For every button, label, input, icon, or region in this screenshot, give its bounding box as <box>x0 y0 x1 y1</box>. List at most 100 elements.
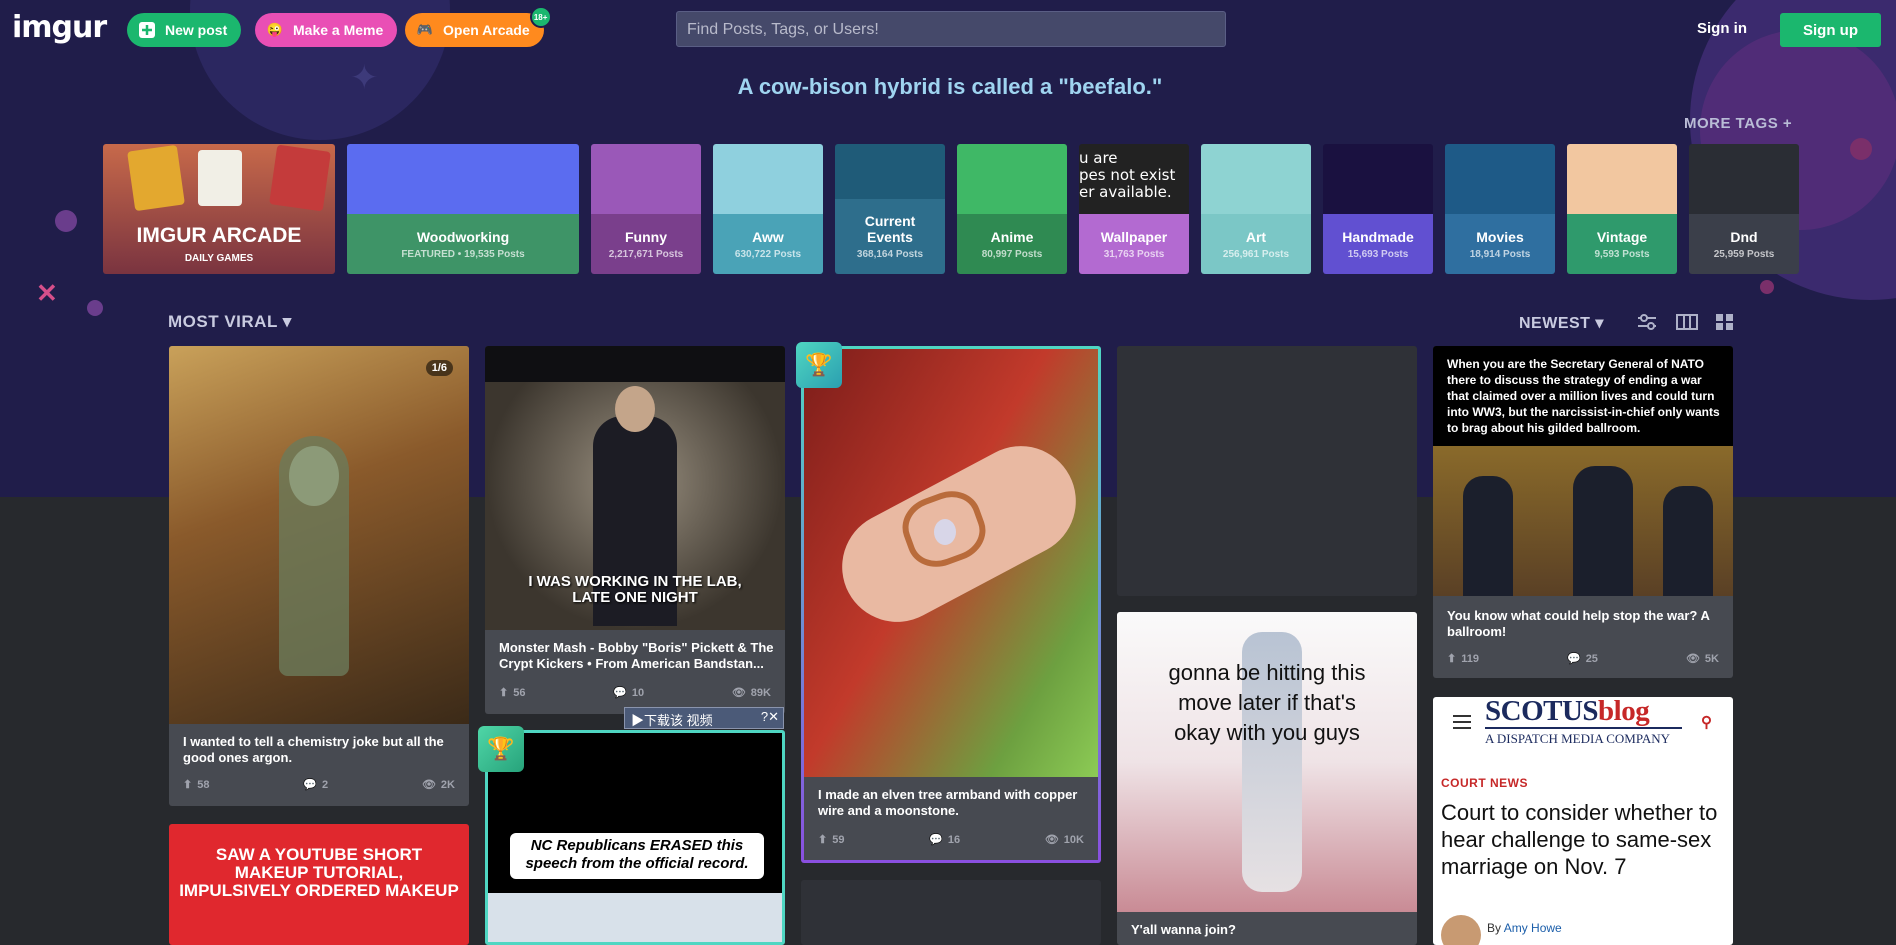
post-card[interactable]: SCOTUSblog A DISPATCH MEDIA COMPANY ⚲ CO… <box>1433 697 1733 945</box>
tag-count: FEATURED • 19,535 Posts <box>401 248 525 260</box>
tag-woodworking[interactable]: Woodworking FEATURED • 19,535 Posts <box>347 144 579 274</box>
upvote-icon[interactable]: ⬆ <box>183 778 192 791</box>
gamepad-icon: 🎮 <box>416 22 434 37</box>
post-card[interactable]: SAW A YOUTUBE SHORT MAKEUP TUTORIAL, IMP… <box>169 824 469 945</box>
more-tags-link[interactable]: MORE TAGS + <box>1684 115 1792 132</box>
tag-name: Art <box>1245 228 1267 245</box>
post-stats: ⬆ 59 💬 16 👁 10K <box>818 833 1084 847</box>
post-card[interactable]: I WAS WORKING IN THE LAB, LATE ONE NIGHT… <box>485 346 785 714</box>
arcade-card-art <box>198 150 242 206</box>
tag-image <box>1567 144 1677 214</box>
tag-dnd[interactable]: Dnd 25,959 Posts <box>1689 144 1799 274</box>
tag-count: 2,217,671 Posts <box>608 248 684 260</box>
tag-movies[interactable]: Movies 18,914 Posts <box>1445 144 1555 274</box>
tag-handmade[interactable]: Handmade 15,693 Posts <box>1323 144 1433 274</box>
post-stats: ⬆ 58 💬 2 👁 2K <box>183 778 455 792</box>
post-stats: ⬆ 119 💬 25 👁 5K <box>1447 652 1719 666</box>
post-image <box>804 349 1098 777</box>
article-byline: By Amy Howe <box>1487 921 1562 935</box>
tag-count: 18,914 Posts <box>1469 248 1531 260</box>
comment-count: 10 <box>631 686 645 699</box>
comment-count: 2 <box>322 778 329 791</box>
tag-count: 15,693 Posts <box>1347 248 1409 260</box>
upvote-count: 119 <box>1461 652 1479 665</box>
tag-name: Funny <box>625 228 667 245</box>
download-video-overlay[interactable]: ▶下载该 视频 ?✕ <box>624 707 784 729</box>
tag-current-events[interactable]: Current Events 368,164 Posts <box>835 144 945 274</box>
tag-image <box>1689 144 1799 214</box>
close-icon[interactable]: ?✕ <box>761 709 779 725</box>
tag-image <box>1445 144 1555 214</box>
post-title: You know what could help stop the war? A… <box>1447 608 1710 639</box>
tag-name: Vintage <box>1596 228 1648 245</box>
post-card-placeholder[interactable] <box>801 880 1101 945</box>
grid-view-icon[interactable] <box>1714 312 1736 332</box>
arcade-card-art <box>269 144 331 212</box>
search-placeholder: Find Posts, Tags, or Users! <box>687 21 879 38</box>
top-navigation-bar: imgur New post 😜 Make a Meme 🎮 Open Arca… <box>0 0 1896 58</box>
tag-wallpaper[interactable]: u are pes not exist er available. Wallpa… <box>1079 144 1189 274</box>
view-count: 89K <box>750 686 771 699</box>
list-view-icon[interactable] <box>1676 312 1698 332</box>
post-card-placeholder[interactable] <box>1117 346 1417 596</box>
tag-funny[interactable]: Funny 2,217,671 Posts <box>591 144 701 274</box>
search-input[interactable]: Find Posts, Tags, or Users! <box>676 11 1226 47</box>
search-icon: ⚲ <box>1701 714 1712 731</box>
post-video <box>488 893 782 942</box>
comment-count: 25 <box>1585 652 1598 665</box>
imgur-logo[interactable]: imgur <box>12 10 107 45</box>
hamburger-menu-icon <box>1453 715 1471 717</box>
tag-count: 630,722 Posts <box>734 248 802 260</box>
upvote-icon[interactable]: ⬆ <box>1447 652 1456 665</box>
tag-art[interactable]: Art 256,961 Posts <box>1201 144 1311 274</box>
tag-count: 368,164 Posts <box>856 249 924 260</box>
post-image <box>169 346 469 724</box>
post-title: I made an elven tree armband with copper… <box>818 787 1078 818</box>
upvote-icon[interactable]: ⬆ <box>499 686 508 699</box>
post-card[interactable]: NC Republicans ERASED this speech from t… <box>485 730 785 945</box>
upvote-count: 58 <box>197 778 210 791</box>
arcade-subtitle: DAILY GAMES <box>184 253 254 264</box>
chevron-down-icon: ▾ <box>282 312 292 331</box>
feed-order-dropdown[interactable]: NEWEST ▾ <box>1519 313 1604 333</box>
feed-sort-label: MOST VIRAL <box>168 312 278 331</box>
make-meme-button[interactable]: 😜 Make a Meme <box>255 13 398 47</box>
new-post-button[interactable]: New post <box>127 13 242 47</box>
post-card[interactable]: When you are the Secretary General of NA… <box>1433 346 1733 678</box>
sign-up-button[interactable]: Sign up <box>1780 13 1881 47</box>
meme-header-text: When you are the Secretary General of NA… <box>1447 357 1720 435</box>
x-decoration-icon: ✕ <box>36 278 58 308</box>
post-card[interactable]: I made an elven tree armband with copper… <box>801 346 1101 863</box>
tag-imgur-arcade[interactable]: IMGUR ARCADE DAILY GAMES <box>103 144 335 274</box>
views-eye-icon: 👁 <box>731 687 746 699</box>
tag-vintage[interactable]: Vintage 9,593 Posts <box>1567 144 1677 274</box>
tag-name: Dnd <box>1730 228 1758 245</box>
age-badge: 18+ <box>529 6 552 28</box>
post-title: Monster Mash - Bobby "Boris" Pickett & T… <box>499 640 774 671</box>
tag-image <box>591 144 701 214</box>
post-title: I wanted to tell a chemistry joke but al… <box>183 734 444 765</box>
post-image-caption: NC Republicans ERASED this speech from t… <box>525 837 749 872</box>
tag-image <box>347 144 579 214</box>
views-eye-icon: 👁 <box>1685 653 1700 665</box>
post-image-caption: SAW A YOUTUBE SHORT MAKEUP TUTORIAL, IMP… <box>179 845 459 900</box>
post-video <box>1117 612 1417 912</box>
views-eye-icon: 👁 <box>1044 834 1059 846</box>
post-card[interactable]: gonna be hitting this move later if that… <box>1117 612 1417 945</box>
post-stats: ⬆ 56 💬 10 👁 89K <box>499 686 771 700</box>
tag-name: Woodworking <box>416 228 510 245</box>
tag-anime[interactable]: Anime 80,997 Posts <box>957 144 1067 274</box>
tag-aww[interactable]: Aww 630,722 Posts <box>713 144 823 274</box>
upvote-icon[interactable]: ⬆ <box>818 833 827 846</box>
filter-sliders-icon[interactable] <box>1636 312 1658 332</box>
post-card[interactable]: 1/6 I wanted to tell a chemistry joke bu… <box>169 346 469 806</box>
post-title: Y'all wanna join? <box>1131 922 1236 937</box>
tag-name: Aww <box>752 228 784 245</box>
sign-in-link[interactable]: Sign in <box>1697 20 1747 37</box>
tag-count: 25,959 Posts <box>1713 248 1775 260</box>
open-arcade-button[interactable]: 🎮 Open Arcade 18+ <box>405 6 552 47</box>
feed-sort-dropdown[interactable]: MOST VIRAL ▾ <box>168 312 292 332</box>
meme-face-icon: 😜 <box>266 22 284 37</box>
tag-name: Anime <box>990 228 1034 245</box>
views-eye-icon: 👁 <box>421 779 436 791</box>
